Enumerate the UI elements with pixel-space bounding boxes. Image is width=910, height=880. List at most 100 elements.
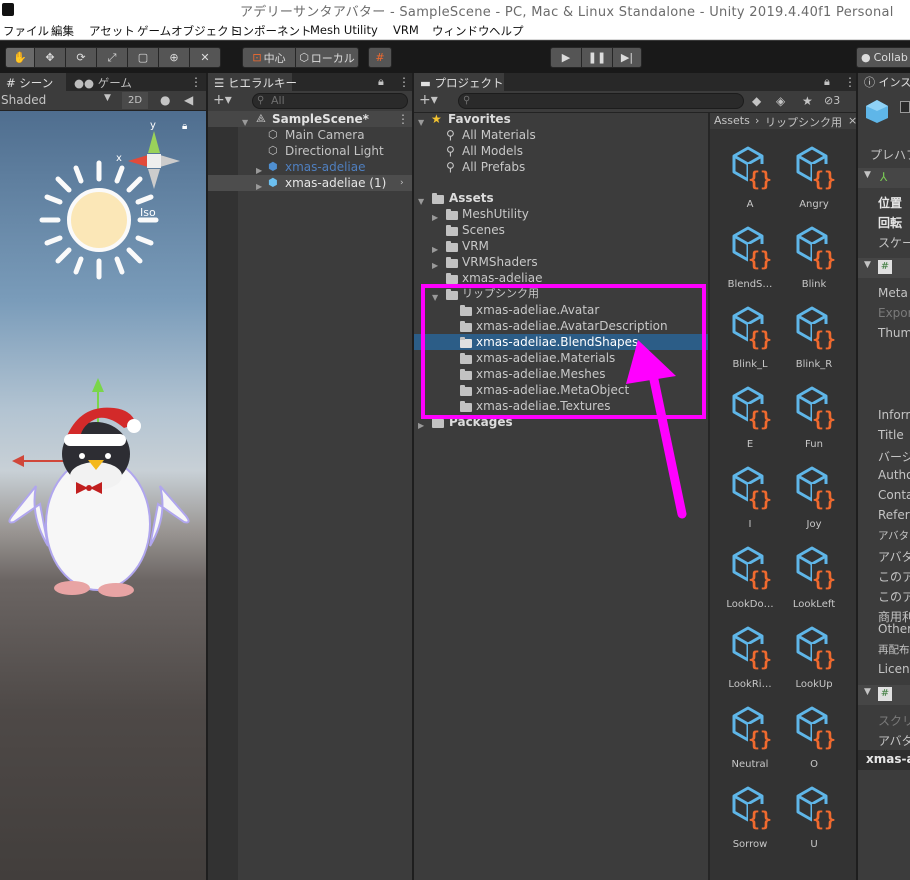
vrm-component-header[interactable]: ▼ # — [858, 685, 910, 705]
project-menu-icon[interactable]: ⋮ — [844, 75, 856, 89]
pivot-toggle-button[interactable]: ⊡ 中心 — [242, 47, 296, 68]
pause-button[interactable]: ❚❚ — [581, 47, 613, 68]
lock-icon[interactable]: 🔒︎ — [182, 121, 187, 132]
menu-help[interactable]: ヘルプ — [489, 23, 524, 39]
asset-item-i[interactable]: {} I — [718, 462, 782, 542]
blendshape-clip-icon: {} — [796, 546, 836, 591]
open-prefab-arrow-icon[interactable]: › — [400, 175, 404, 191]
scene-view[interactable]: y x Iso 🔒︎ — [0, 111, 206, 880]
blendshape-clip-icon: {} — [732, 386, 772, 431]
asset-item-joy[interactable]: {} Joy — [782, 462, 846, 542]
prefab-cube-icon — [866, 100, 888, 123]
hierarchy-lock-icon[interactable]: 🔒︎ — [378, 75, 384, 89]
asset-item-fun[interactable]: {} Fun — [782, 382, 846, 462]
grid-snap-icon[interactable]: # — [368, 47, 392, 68]
menu-vrm[interactable]: VRM — [393, 23, 419, 37]
asset-item-lookdown[interactable]: {} LookDo… — [718, 542, 782, 622]
favorite-star-icon[interactable]: ★ — [802, 94, 813, 108]
breadcrumb-close-icon[interactable]: × — [848, 114, 856, 127]
asset-item-label: Blink_R — [795, 359, 833, 370]
space-toggle-button[interactable]: ⬡ ローカル — [295, 47, 359, 68]
blendshape-clip-icon: {} — [796, 386, 836, 431]
collab-button[interactable]: ● Collab — [856, 47, 910, 68]
inspector-violent-usage-label: このア — [878, 570, 910, 584]
scale-tool-icon[interactable]: ⤢ — [96, 47, 128, 68]
tab-inspector[interactable]: ⓘ インス — [858, 73, 910, 93]
asset-item-label: BlendS… — [727, 279, 773, 290]
star-icon: ★ — [431, 112, 442, 126]
rect-tool-icon[interactable]: ▢ — [127, 47, 159, 68]
asset-item-angry[interactable]: {} Angry — [782, 142, 846, 222]
play-button[interactable]: ▶ — [550, 47, 582, 68]
folder-icon — [446, 241, 458, 252]
hierarchy-menu-icon[interactable]: ⋮ — [398, 75, 410, 89]
asset-item-neutral[interactable]: {} Neutral — [718, 702, 782, 782]
asset-item-lookright[interactable]: {} LookRi… — [718, 622, 782, 702]
create-plus-button[interactable]: +▾ — [213, 92, 232, 108]
toggle-2d-button[interactable]: 2D — [122, 92, 148, 109]
custom-tool-icon[interactable]: ✕ — [189, 47, 221, 68]
asset-item-e[interactable]: {} E — [718, 382, 782, 462]
rotate-tool-icon[interactable]: ⟳ — [65, 47, 97, 68]
asset-item-blink-r[interactable]: {} Blink_R — [782, 302, 846, 382]
asset-item-blink[interactable]: {} Blink — [782, 222, 846, 302]
menu-assets[interactable]: アセット — [89, 23, 135, 39]
scene-row-menu-icon[interactable]: ⋮ — [397, 111, 409, 127]
transform-header[interactable]: ▼ ⅄ — [858, 168, 910, 188]
projection-label: Iso — [140, 206, 156, 219]
project-toolbar: +▾ ⚲ ◆ ◈ ★ ⊘3 — [414, 91, 856, 113]
asset-item-sorrow[interactable]: {} Sorrow — [718, 782, 782, 862]
svg-text:{}: {} — [748, 647, 772, 671]
scene-toolbar: Shaded ▼ 2D ● ◀ — [0, 91, 206, 111]
transform-axes-icon: ⅄ — [880, 170, 888, 184]
hidden-packages-toggle[interactable]: ⊘3 — [824, 94, 840, 107]
breadcrumb-assets[interactable]: Assets — [714, 114, 750, 127]
collapse-arrow-icon: ▶ — [432, 213, 439, 222]
active-checkbox[interactable] — [900, 101, 910, 113]
menu-mesh-utility[interactable]: Mesh Utility — [310, 23, 378, 37]
create-asset-plus-button[interactable]: +▾ — [419, 92, 438, 108]
project-lock-icon[interactable]: 🔒︎ — [824, 75, 830, 89]
tab-scene[interactable]: # シーン — [0, 73, 66, 93]
hierarchy-item-xmas-adeliae[interactable]: ▶ ⬢ xmas-adeliae — [208, 159, 412, 175]
scene-menu-icon[interactable]: ⋮ — [190, 75, 202, 89]
menu-file[interactable]: ファイル — [3, 23, 49, 39]
filter-by-label-icon[interactable]: ◈ — [776, 94, 785, 108]
asset-item-a[interactable]: {} A — [718, 142, 782, 222]
step-button[interactable]: ▶| — [612, 47, 642, 68]
move-tool-icon[interactable]: ✥ — [34, 47, 66, 68]
asset-item-blink-l[interactable]: {} Blink_L — [718, 302, 782, 382]
blendshape-clip-icon: {} — [796, 706, 836, 751]
asset-item-o[interactable]: {} O — [782, 702, 846, 782]
inspector-avatar-field-label: アバター — [878, 734, 910, 748]
tab-game[interactable]: ●● ゲーム — [68, 73, 138, 93]
hierarchy-item-xmas-adeliae-1[interactable]: ▶ ⬢ xmas-adeliae (1) › — [208, 175, 412, 191]
penguin-avatar-model[interactable] — [0, 376, 206, 606]
asset-item-blendshape[interactable]: {} BlendS… — [718, 222, 782, 302]
asset-item-label: A — [746, 199, 754, 210]
hierarchy-scene-row[interactable]: ▼ ⟁ SampleScene* ⋮ — [208, 111, 412, 127]
menu-gameobject[interactable]: ゲームオブジェクト — [137, 23, 240, 39]
menu-component[interactable]: コンポーネント — [231, 23, 312, 39]
transform-tool-icon[interactable]: ⊕ — [158, 47, 190, 68]
tab-project[interactable]: ▬ プロジェクト — [414, 73, 504, 93]
orientation-gizmo[interactable] — [118, 123, 188, 191]
filter-by-type-icon[interactable]: ◆ — [752, 94, 761, 108]
asset-item-lookleft[interactable]: {} LookLeft — [782, 542, 846, 622]
menu-window[interactable]: ウィンドウ — [432, 23, 490, 39]
audio-toggle-icon[interactable]: ◀ — [184, 93, 193, 107]
lighting-toggle-icon[interactable]: ● — [160, 93, 170, 107]
hierarchy-item-main-camera[interactable]: ⬡ Main Camera — [208, 127, 412, 143]
breadcrumb-lipsync[interactable]: リップシンク用 — [765, 114, 842, 129]
asset-item-lookup[interactable]: {} LookUp — [782, 622, 846, 702]
project-search-input[interactable]: ⚲ — [458, 93, 744, 109]
asset-item-u[interactable]: {} U — [782, 782, 846, 862]
folder-icon — [432, 417, 444, 428]
menu-edit[interactable]: 編集 — [51, 23, 74, 39]
tab-hierarchy[interactable]: ☰ ヒエラルキー — [208, 73, 297, 93]
hierarchy-search-input[interactable]: ⚲ All — [252, 93, 408, 109]
hand-tool-icon[interactable]: ✋ — [5, 47, 35, 68]
vrm-meta-header[interactable]: ▼ # — [858, 258, 910, 278]
shading-mode-dropdown[interactable]: Shaded — [1, 93, 46, 107]
hierarchy-item-directional-light[interactable]: ⬡ Directional Light — [208, 143, 412, 159]
